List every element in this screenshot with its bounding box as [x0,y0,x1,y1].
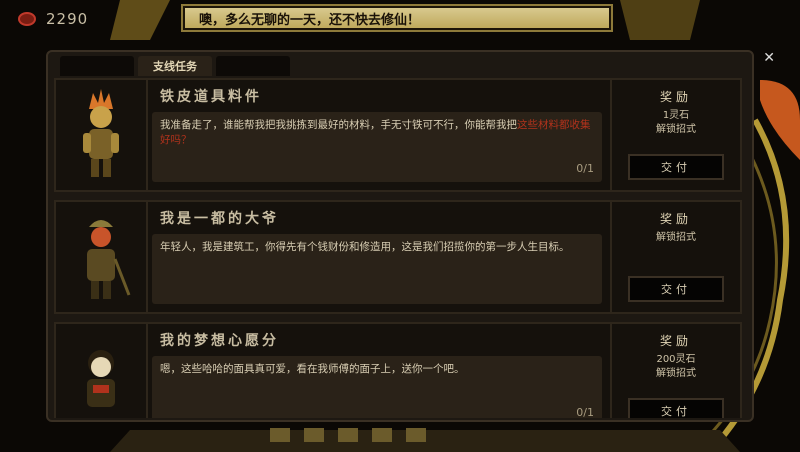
toolbar-slot[interactable] [406,428,426,442]
currency-value: 2290 [46,10,89,28]
quest-panel: 支线任务 铁皮道具料件 我准备走了，谁能帮我把我挑拣到最好的材料，手无寸铁可不行… [46,50,754,422]
quest-item: 我的梦想心愿分 嗯，这些哈哈的面具真可爱，看在我师傅的面子上，送你一个吧。 0/… [54,322,742,418]
quest-body: 铁皮道具料件 我准备走了，谁能帮我把我挑拣到最好的材料，手无寸铁可不行，你能帮我… [148,80,610,190]
quest-progress: 0/1 [576,162,594,175]
toolbar-slot[interactable] [338,428,358,442]
reward-line: 解锁招式 [656,368,696,379]
reward-title: 奖励 [659,212,692,226]
banner-text: 噢，多么无聊的一天，还不快去修仙！ [199,12,421,28]
reward-title: 奖励 [659,90,692,104]
reward-panel: 奖励 1灵石 解锁招式 交付 [610,80,740,190]
deliver-button[interactable]: 交付 [628,154,724,180]
reward-title: 奖励 [659,334,692,348]
reward-line: 解锁招式 [656,124,696,135]
close-icon[interactable]: ✕ [763,50,775,66]
tab-main-quests[interactable] [60,56,134,76]
reward-line: 200灵石 [656,354,696,365]
quest-description: 我准备走了，谁能帮我把我挑拣到最好的材料，手无寸铁可不行，你能帮我把这些材料都收… [152,112,602,182]
reward-panel: 奖励 解锁招式 交付 [610,202,740,312]
quest-description: 嗯，这些哈哈的面具真可爱，看在我师傅的面子上，送你一个吧。 0/1 [152,356,602,418]
quest-title: 我是一都的大爷 [160,211,279,227]
quest-item: 我是一都的大爷 年轻人，我是建筑工，你得先有个钱财份和修造用，这是我们招揽你的第… [54,200,742,314]
tab-side-quests[interactable]: 支线任务 [138,56,212,76]
quest-title: 我的梦想心愿分 [160,333,279,349]
fire-warrior-icon [83,89,119,177]
deliver-button[interactable]: 交付 [628,398,724,418]
quest-title: 铁皮道具料件 [160,89,262,105]
toolbar-slot[interactable] [304,428,324,442]
quest-item: 铁皮道具料件 我准备走了，谁能帮我把我挑拣到最好的材料，手无寸铁可不行，你能帮我… [54,78,742,192]
quest-desc-text: 我准备走了，谁能帮我把我挑拣到最好的材料，手无寸铁可不行，你能帮我把 [160,119,517,131]
tab-bar: 支线任务 [60,56,290,76]
toolbar-slot[interactable] [270,428,290,442]
child-npc-icon [87,350,115,407]
coin-icon [18,12,36,26]
toolbar-slot[interactable] [372,428,392,442]
quest-list[interactable]: 铁皮道具料件 我准备走了，谁能帮我把我挑拣到最好的材料，手无寸铁可不行，你能帮我… [54,78,742,418]
quest-body: 我的梦想心愿分 嗯，这些哈哈的面具真可爱，看在我师傅的面子上，送你一个吧。 0/… [148,324,610,418]
quest-desc-text: 嗯，这些哈哈的面具真可爱，看在我师傅的面子上，送你一个吧。 [160,363,465,375]
builder-npc-icon [87,220,131,299]
quest-desc-text: 年轻人，我是建筑工，你得先有个钱财份和修造用，这是我们招揽你的第一步人生目标。 [160,241,570,253]
currency-display: 2290 [18,10,88,28]
npc-portrait [56,324,148,418]
quest-progress: 0/1 [576,406,594,418]
reward-panel: 奖励 200灵石 解锁招式 交付 [610,324,740,418]
deliver-button[interactable]: 交付 [628,276,724,302]
quest-description: 年轻人，我是建筑工，你得先有个钱财份和修造用，这是我们招揽你的第一步人生目标。 [152,234,602,304]
bottom-toolbar [270,426,540,444]
tab-other-quests[interactable] [216,56,290,76]
reward-line: 1灵石 [662,110,690,121]
npc-portrait [56,80,148,190]
npc-portrait [56,202,148,312]
quest-body: 我是一都的大爷 年轻人，我是建筑工，你得先有个钱财份和修造用，这是我们招揽你的第… [148,202,610,312]
reward-line: 解锁招式 [656,232,696,243]
message-banner: 噢，多么无聊的一天，还不快去修仙！ [181,4,613,32]
